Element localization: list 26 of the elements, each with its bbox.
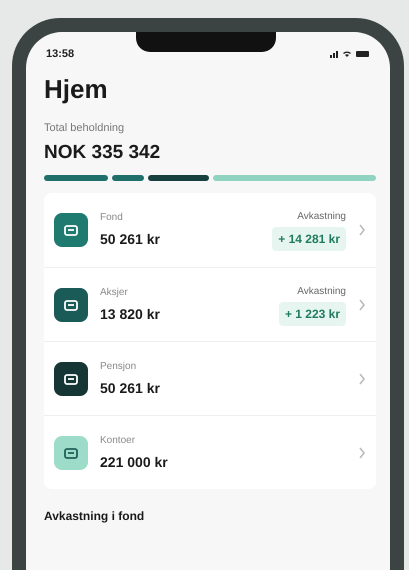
account-row[interactable]: Pensjon 50 261 kr — [44, 341, 376, 415]
return-value: + 1 223 kr — [278, 302, 346, 326]
account-label: Aksjer — [100, 286, 129, 300]
chevron-icon — [358, 372, 366, 384]
account-amount: 50 261 kr — [100, 230, 161, 249]
return-label: Avkastning — [297, 210, 346, 224]
chevron-icon — [358, 224, 366, 236]
account-row[interactable]: Kontoer 221 000 kr — [44, 415, 376, 489]
account-row[interactable]: Fond 50 261 kr Avkastning + 14 281 kr — [44, 193, 376, 267]
chevron-icon — [358, 446, 366, 458]
return-label: Avkastning — [297, 284, 346, 298]
account-amount: 13 820 kr — [100, 304, 161, 324]
account-row[interactable]: Aksjer 13 820 kr Avkastning + 1 223 kr — [44, 267, 376, 341]
account-amount: 50 261 kr — [100, 378, 161, 398]
chevron-icon — [358, 298, 366, 310]
page-title: Hjem — [44, 76, 109, 102]
total-label: Total beholdning — [44, 121, 126, 136]
account-label: Kontoer — [100, 434, 136, 448]
total-value: NOK 335 342 — [44, 140, 162, 164]
status-icons — [330, 49, 370, 59]
account-amount: 221 000 kr — [100, 452, 169, 472]
status-time: 13:58 — [46, 46, 74, 62]
section-title: Avkastning i fond — [44, 508, 146, 525]
return-value: + 14 281 kr — [272, 227, 346, 251]
account-label: Pensjon — [100, 360, 138, 374]
account-label: Fond — [100, 211, 124, 225]
